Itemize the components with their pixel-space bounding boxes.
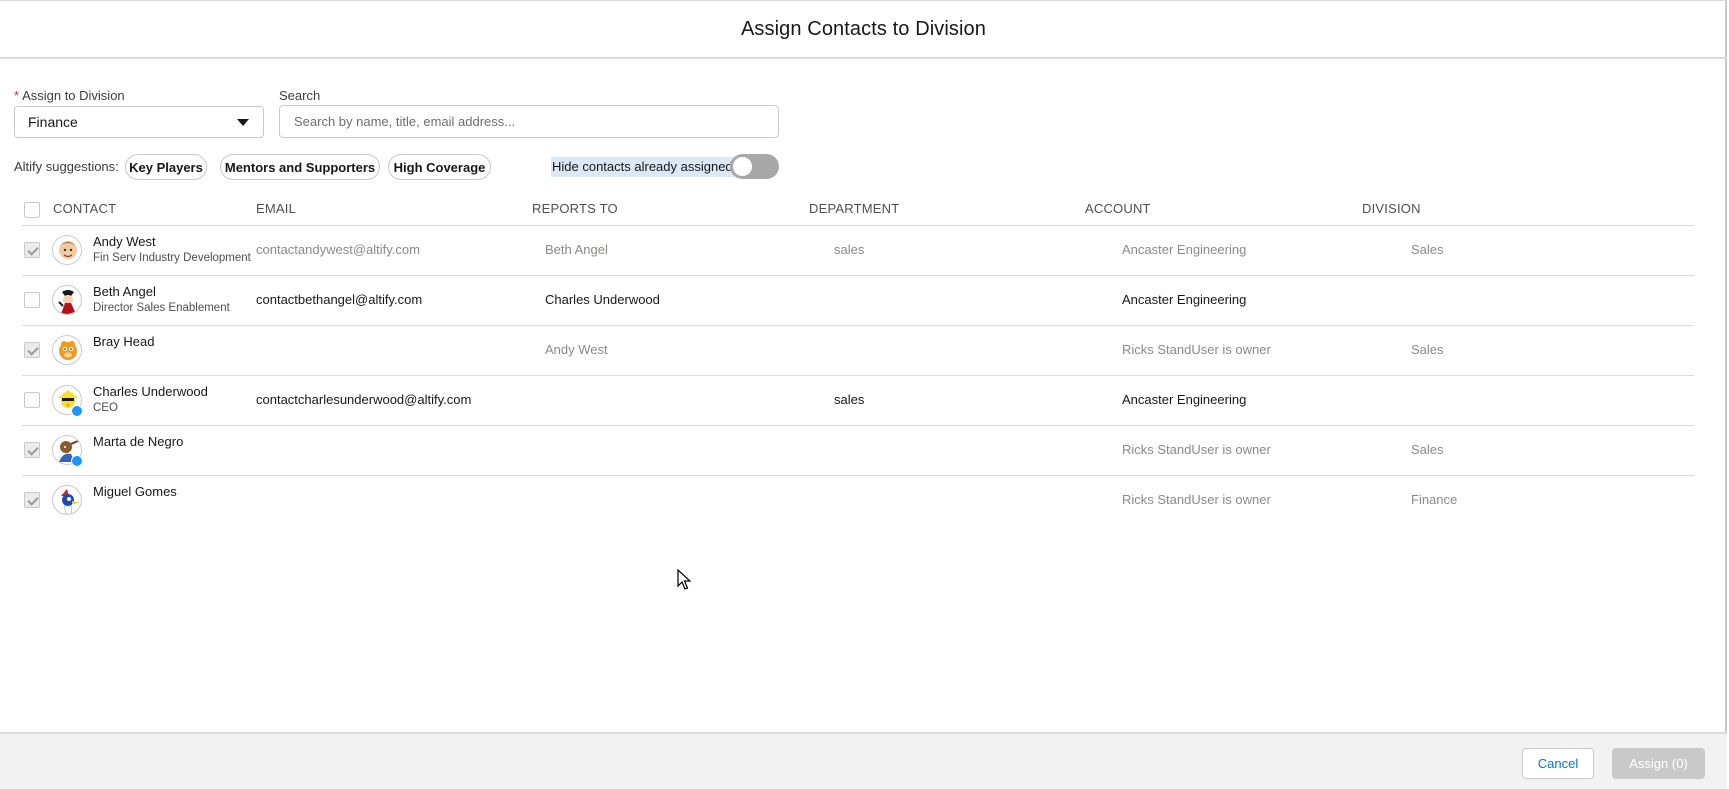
contact-name[interactable]: Miguel Gomes <box>93 484 177 499</box>
modal-footer <box>0 732 1727 789</box>
toggle-knob <box>733 157 752 176</box>
row-divider <box>22 425 1694 426</box>
row-checkbox[interactable] <box>24 242 40 258</box>
row-checkbox[interactable] <box>24 292 40 308</box>
avatar <box>52 335 82 365</box>
division-select-value: Finance <box>28 114 78 130</box>
contact-account: Ancaster Engineering <box>1122 292 1247 307</box>
header-contact[interactable]: CONTACT <box>53 201 116 216</box>
contact-name[interactable]: Charles Underwood <box>93 384 208 399</box>
contact-division: Sales <box>1411 242 1444 257</box>
row-checkbox[interactable] <box>24 442 40 458</box>
contact-email: contactbethangel@altify.com <box>256 292 423 307</box>
header-divider <box>22 225 1694 226</box>
contact-account: Ricks StandUser is owner <box>1122 492 1271 507</box>
hide-assigned-toggle[interactable] <box>730 154 779 179</box>
contact-department: sales <box>834 242 865 257</box>
contact-account: Ricks StandUser is owner <box>1122 342 1271 357</box>
contact-name[interactable]: Beth Angel <box>93 284 156 299</box>
select-all-checkbox[interactable] <box>24 202 40 218</box>
contact-reports-to: Beth Angel <box>545 242 608 257</box>
suggestion-high-coverage[interactable]: High Coverage <box>388 154 491 180</box>
contact-title: Fin Serv Industry Development <box>93 252 251 264</box>
assign-contacts-modal: Assign Contacts to Division * Assign to D… <box>0 0 1727 789</box>
assign-button[interactable]: Assign (0) <box>1612 748 1705 779</box>
caret-down-icon <box>237 119 249 126</box>
search-label: Search <box>279 88 321 103</box>
suggestion-mentors-supporters[interactable]: Mentors and Supporters <box>220 154 380 180</box>
contact-email: contactcharlesunderwood@altify.com <box>256 392 472 407</box>
division-label: * Assign to Division <box>14 88 125 103</box>
avatar <box>52 235 82 265</box>
suggestions-label: Altify suggestions: <box>14 159 119 174</box>
contact-name[interactable]: Bray Head <box>93 334 154 349</box>
contact-name[interactable]: Marta de Negro <box>93 434 183 449</box>
row-divider <box>22 475 1694 476</box>
search-input[interactable] <box>279 105 779 138</box>
required-marker: * <box>14 88 20 103</box>
header-reports-to[interactable]: REPORTS TO <box>532 201 618 216</box>
contact-name[interactable]: Andy West <box>93 234 156 249</box>
contact-reports-to: Charles Underwood <box>545 292 660 307</box>
header-division[interactable]: DIVISION <box>1362 201 1421 216</box>
cancel-button[interactable]: Cancel <box>1522 748 1594 779</box>
hide-assigned-label: Hide contacts already assigned <box>551 157 734 177</box>
header-department[interactable]: DEPARTMENT <box>809 201 899 216</box>
division-select[interactable]: Finance <box>14 106 264 138</box>
contact-division: Sales <box>1411 342 1444 357</box>
contact-division: Finance <box>1411 492 1458 507</box>
contact-account: Ancaster Engineering <box>1122 242 1247 257</box>
avatar <box>52 485 82 515</box>
contact-account: Ricks StandUser is owner <box>1122 442 1271 457</box>
contact-email: contactandywest@altify.com <box>256 242 420 257</box>
avatar <box>52 285 82 315</box>
row-divider <box>22 275 1694 276</box>
suggestion-key-players[interactable]: Key Players <box>125 154 207 180</box>
contact-reports-to: Andy West <box>545 342 608 357</box>
altify-badge-icon <box>71 455 83 467</box>
modal-title: Assign Contacts to Division <box>740 17 987 40</box>
row-checkbox[interactable] <box>24 342 40 358</box>
contact-account: Ancaster Engineering <box>1122 392 1247 407</box>
altify-badge-icon <box>71 405 83 417</box>
row-divider <box>22 375 1694 376</box>
row-checkbox[interactable] <box>24 392 40 408</box>
modal-header: Assign Contacts to Division <box>0 1 1727 59</box>
contact-division: Sales <box>1411 442 1444 457</box>
mouse-cursor-icon <box>677 568 692 596</box>
row-divider <box>22 325 1694 326</box>
contact-department: sales <box>834 392 865 407</box>
header-account[interactable]: ACCOUNT <box>1085 201 1151 216</box>
contact-title: CEO <box>93 402 118 414</box>
row-checkbox[interactable] <box>24 492 40 508</box>
header-email[interactable]: EMAIL <box>256 201 296 216</box>
contact-title: Director Sales Enablement <box>93 302 230 314</box>
